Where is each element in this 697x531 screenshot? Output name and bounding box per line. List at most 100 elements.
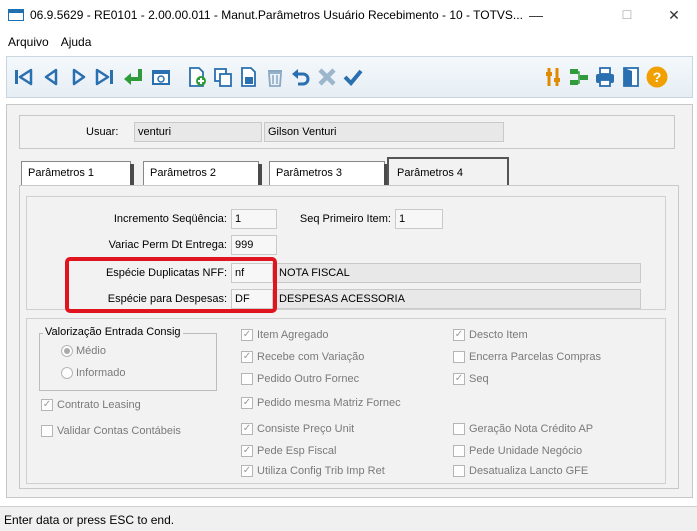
goto-icon[interactable] — [121, 65, 145, 89]
checkbox-label: Seq — [469, 373, 489, 385]
checkbox-label: Validar Contas Contábeis — [57, 425, 181, 437]
previous-record-icon[interactable] — [39, 65, 63, 89]
encerra-parcelas-checkbox[interactable]: Encerra Parcelas Compras — [453, 351, 601, 363]
checkbox-label: Desatualiza Lancto GFE — [469, 465, 589, 477]
especie-duplicatas-desc: NOTA FISCAL — [275, 263, 641, 283]
geracao-nota-checkbox[interactable]: Geração Nota Crédito AP — [453, 423, 593, 435]
status-text: Enter data or press ESC to end. — [4, 513, 175, 527]
checkbox-label: Pedido mesma Matriz Fornec — [257, 397, 401, 409]
exit-icon[interactable] — [619, 65, 643, 89]
check-mark-icon: ✓ — [41, 399, 53, 411]
variac-label: Variac Perm Dt Entrega: — [108, 239, 227, 251]
query-icon[interactable] — [567, 65, 591, 89]
checkbox-label: Contrato Leasing — [57, 399, 141, 411]
check-mark-icon: ✓ — [241, 423, 253, 435]
minimize-button[interactable]: — — [513, 0, 559, 30]
pede-esp-checkbox[interactable]: ✓ Pede Esp Fiscal — [241, 445, 336, 457]
checkbox-label: Utiliza Config Trib Imp Ret — [257, 465, 385, 477]
form-area: Usuar: venturi Gilson Venturi Parâmetros… — [6, 104, 693, 498]
recebe-variacao-checkbox[interactable]: ✓ Recebe com Variação — [241, 351, 364, 363]
confirm-icon[interactable] — [341, 65, 365, 89]
validar-contas-checkbox[interactable]: Validar Contas Contábeis — [41, 425, 181, 437]
toolbar: ? — [6, 56, 693, 98]
radio-medio-label: Médio — [76, 345, 106, 357]
copy-icon[interactable] — [211, 65, 235, 89]
svg-text:?: ? — [653, 69, 662, 85]
app-icon — [8, 9, 24, 21]
title-bar: 06.9.5629 - RE0101 - 2.00.00.011 - Manut… — [0, 0, 697, 30]
maximize-button[interactable]: ☐ — [604, 0, 650, 30]
tab-parametros-2[interactable]: Parâmetros 2 — [143, 161, 262, 186]
seq-primeiro-label: Seq Primeiro Item: — [299, 213, 391, 225]
last-record-icon[interactable] — [93, 65, 117, 89]
valorizacao-legend: Valorização Entrada Consig — [43, 326, 183, 338]
help-icon[interactable]: ? — [645, 65, 669, 89]
variac-field[interactable]: 999 — [231, 235, 277, 255]
status-bar: Enter data or press ESC to end. — [0, 506, 697, 531]
tools-icon[interactable] — [541, 65, 565, 89]
check-mark-icon: ✓ — [241, 445, 253, 457]
checkbox-box — [453, 423, 465, 435]
checkbox-box — [241, 373, 253, 385]
checkbox-label: Encerra Parcelas Compras — [469, 351, 602, 363]
window-title: 06.9.5629 - RE0101 - 2.00.00.011 - Manut… — [30, 8, 523, 22]
item-agregado-checkbox[interactable]: ✓ Item Agregado — [241, 329, 329, 341]
undo-icon[interactable] — [289, 65, 313, 89]
especie-despesas-desc: DESPESAS ACESSORIA — [275, 289, 641, 309]
consiste-preco-checkbox[interactable]: ✓ Consiste Preço Unit — [241, 423, 354, 435]
cancel-icon[interactable] — [315, 65, 339, 89]
pedido-outro-checkbox[interactable]: Pedido Outro Fornec — [241, 373, 359, 385]
user-name-field: Gilson Venturi — [264, 122, 504, 142]
checkbox-label: Pede Unidade Negócio — [469, 445, 583, 457]
next-record-icon[interactable] — [67, 65, 91, 89]
search-icon[interactable] — [149, 65, 173, 89]
tab-label: Parâmetros 3 — [276, 167, 343, 179]
incremento-label: Incremento Seqüência: — [113, 213, 227, 225]
add-icon[interactable] — [185, 65, 209, 89]
check-mark-icon: ✓ — [241, 351, 253, 363]
pede-unidade-checkbox[interactable]: Pede Unidade Negócio — [453, 445, 582, 457]
valorizacao-group — [39, 333, 217, 391]
print-icon[interactable] — [593, 65, 617, 89]
close-button[interactable]: ✕ — [651, 0, 697, 30]
checkbox-label: Descto Item — [469, 329, 528, 341]
tab-parametros-3[interactable]: Parâmetros 3 — [269, 161, 388, 186]
menu-arquivo[interactable]: Arquivo — [0, 35, 55, 49]
check-mark-icon: ✓ — [453, 373, 465, 385]
tab-panel: Incremento Seqüência: 1 Seq Primeiro Ite… — [19, 185, 679, 489]
incremento-field[interactable]: 1 — [231, 209, 277, 229]
desatualiza-checkbox[interactable]: Desatualiza Lancto GFE — [453, 465, 588, 477]
seq-checkbox[interactable]: ✓ Seq — [453, 373, 489, 385]
radio-medio[interactable]: Médio — [61, 345, 106, 357]
radio-circle — [61, 367, 73, 379]
radio-informado-label: Informado — [76, 367, 126, 379]
tab-label: Parâmetros 1 — [28, 167, 95, 179]
tab-parametros-1[interactable]: Parâmetros 1 — [21, 161, 134, 186]
first-record-icon[interactable] — [11, 65, 35, 89]
checkbox-label: Recebe com Variação — [257, 351, 365, 363]
checkbox-box — [453, 465, 465, 477]
user-panel: Usuar: venturi Gilson Venturi — [19, 115, 675, 149]
tab-parametros-4[interactable]: Parâmetros 4 — [387, 157, 509, 187]
seq-primeiro-field[interactable]: 1 — [395, 209, 443, 229]
check-mark-icon: ✓ — [453, 329, 465, 341]
checkbox-box — [41, 425, 53, 437]
menu-ajuda[interactable]: Ajuda — [55, 35, 98, 49]
tab-divider — [258, 164, 262, 186]
delete-icon[interactable] — [263, 65, 287, 89]
descto-item-checkbox[interactable]: ✓ Descto Item — [453, 329, 528, 341]
edit-icon[interactable] — [237, 65, 261, 89]
utiliza-config-checkbox[interactable]: ✓ Utiliza Config Trib Imp Ret — [241, 465, 385, 477]
user-label: Usuar: — [86, 126, 119, 138]
checkbox-label: Item Agregado — [257, 329, 329, 341]
checkbox-label: Pedido Outro Fornec — [257, 373, 360, 385]
radio-informado[interactable]: Informado — [61, 367, 126, 379]
check-mark-icon: ✓ — [241, 329, 253, 341]
menu-bar: Arquivo Ajuda — [0, 30, 697, 54]
contrato-leasing-checkbox[interactable]: ✓ Contrato Leasing — [41, 399, 141, 411]
pedido-mesma-checkbox[interactable]: ✓ Pedido mesma Matriz Fornec — [241, 397, 401, 409]
tab-divider — [130, 164, 134, 186]
check-mark-icon: ✓ — [241, 465, 253, 477]
highlight-box — [65, 257, 277, 313]
checkbox-box — [453, 445, 465, 457]
